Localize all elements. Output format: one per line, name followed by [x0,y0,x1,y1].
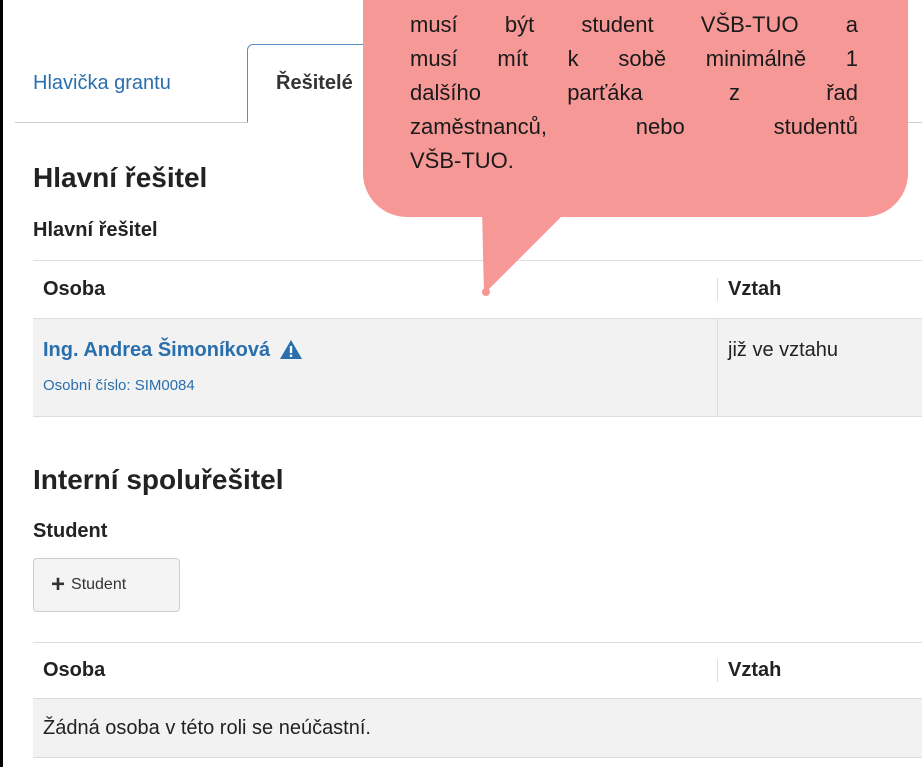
subsection-title-student: Student [33,520,108,542]
warning-icon [279,339,303,365]
column-header-person: Osoba [33,278,718,301]
add-student-button[interactable]: + Student [33,558,180,612]
callout-tail [482,210,568,296]
column-header-person: Osoba [33,659,718,682]
tab-grant-header[interactable]: Hlavička grantu [15,44,245,122]
relation-cell: již ve vztahu [728,339,839,361]
table-row: Ing. Andrea Šimoníková Osobní číslo: SIM… [33,318,922,417]
person-name-link[interactable]: Ing. Andrea Šimoníková [43,339,270,361]
callout-line: dalšího parťáka z řad [410,80,858,105]
add-student-button-label: Student [71,576,127,593]
table-row-empty: Žádná osoba v této roli se neúčastní. [33,698,922,758]
empty-message: Žádná osoba v této roli se neúčastní. [43,716,371,739]
callout-line: VŠB-TUO. [410,148,514,173]
column-header-relation: Vztah [728,278,782,300]
callout-bubble: musí být student VŠB-TUO a musí mít k so… [363,0,908,217]
person-cell: Ing. Andrea Šimoníková Osobní číslo: SIM… [33,319,718,416]
table-header-row: Osoba Vztah [33,642,922,698]
personal-number: Osobní číslo: SIM0084 [43,377,195,394]
section-title-main-solver: Hlavní řešitel [33,162,208,193]
callout-line: zaměstnanců, nebo studentů [410,114,858,139]
column-header-relation: Vztah [728,659,782,681]
subsection-title-main-solver: Hlavní řešitel [33,219,158,241]
callout-line: musí být student VŠB-TUO a [410,12,858,37]
section-title-internal-cosolver: Interní spoluřešitel [33,464,284,495]
plus-icon: + [51,571,66,598]
cosolver-table: Osoba Vztah Žádná osoba v této roli se n… [33,642,922,758]
callout-line: musí mít k sobě minimálně 1 [410,46,858,71]
